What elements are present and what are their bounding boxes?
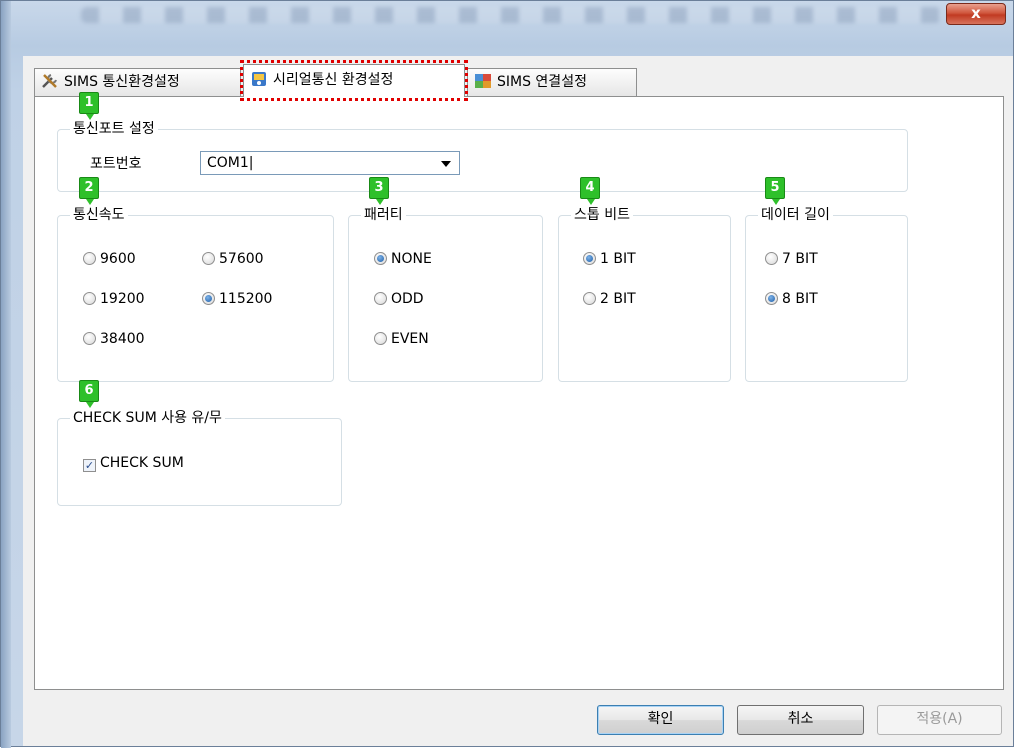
tab-label: 시리얼통신 환경설정 — [273, 72, 394, 88]
tools-icon — [42, 74, 57, 88]
annotation-badge-3: 3 — [369, 177, 389, 205]
radio-icon[interactable] — [202, 252, 215, 265]
group-title: 데이터 길이 — [758, 205, 833, 225]
speed-radio-115200[interactable]: 115200 — [202, 290, 272, 308]
port-number-label: 포트번호 — [90, 156, 142, 172]
radio-icon[interactable] — [374, 292, 387, 305]
tab-sims-comm-settings[interactable]: SIMS 통신환경설정 — [34, 68, 241, 96]
annotation-badge-6: 6 — [79, 380, 99, 408]
connection-settings-icon — [475, 74, 491, 88]
parity-radio-even[interactable]: EVEN — [374, 330, 429, 348]
radio-icon[interactable] — [374, 332, 387, 345]
group-title: 통신포트 설정 — [70, 119, 158, 139]
radio-icon[interactable] — [83, 292, 96, 305]
annotation-badge-2: 2 — [79, 177, 99, 205]
parity-radio-odd[interactable]: ODD — [374, 290, 424, 308]
radio-icon[interactable] — [765, 252, 778, 265]
group-title: 통신속도 — [70, 205, 128, 225]
checksum-checkbox[interactable]: ✓ CHECK SUM — [83, 455, 184, 472]
ok-button[interactable]: 확인 — [597, 705, 724, 735]
blurred-title-area — [81, 7, 941, 23]
stopbit-radio-1bit[interactable]: 1 BIT — [583, 250, 636, 268]
radio-icon[interactable] — [83, 332, 96, 345]
port-number-select[interactable]: COM1| — [200, 151, 460, 175]
group-title: 패러티 — [361, 205, 406, 225]
apply-button[interactable]: 적용(A) — [877, 705, 1002, 735]
speed-radio-57600[interactable]: 57600 — [202, 250, 264, 268]
radio-selected-icon[interactable] — [202, 292, 215, 305]
cancel-button[interactable]: 취소 — [737, 705, 864, 735]
speed-radio-38400[interactable]: 38400 — [83, 330, 145, 348]
radio-selected-icon[interactable] — [765, 292, 778, 305]
tab-sims-connection-settings[interactable]: SIMS 연결설정 — [467, 68, 637, 96]
group-title: CHECK SUM 사용 유/무 — [70, 408, 225, 428]
port-value: COM1| — [207, 155, 254, 171]
stopbit-radio-2bit[interactable]: 2 BIT — [583, 290, 636, 308]
radio-icon[interactable] — [583, 292, 596, 305]
speed-radio-9600[interactable]: 9600 — [83, 250, 136, 268]
datalen-radio-8bit[interactable]: 8 BIT — [765, 290, 818, 308]
window-left-border — [1, 1, 11, 748]
radio-icon[interactable] — [83, 252, 96, 265]
radio-selected-icon[interactable] — [583, 252, 596, 265]
tab-label: SIMS 통신환경설정 — [64, 74, 180, 90]
annotation-badge-1: 1 — [79, 92, 99, 120]
speed-radio-19200[interactable]: 19200 — [83, 290, 145, 308]
datalen-radio-7bit[interactable]: 7 BIT — [765, 250, 818, 268]
parity-radio-none[interactable]: NONE — [374, 250, 432, 268]
tab-serial-comm-settings[interactable]: 시리얼통신 환경설정 — [243, 64, 465, 97]
serial-settings-icon — [252, 72, 266, 86]
group-title: 스톱 비트 — [571, 205, 633, 225]
checkmark-icon[interactable]: ✓ — [83, 459, 96, 472]
tab-label: SIMS 연결설정 — [497, 74, 587, 90]
close-button[interactable]: x — [946, 3, 1006, 25]
title-bar[interactable]: x — [1, 1, 1014, 31]
annotation-badge-4: 4 — [580, 177, 600, 205]
annotation-badge-5: 5 — [765, 177, 785, 205]
radio-selected-icon[interactable] — [374, 252, 387, 265]
chevron-down-icon[interactable] — [441, 161, 451, 167]
